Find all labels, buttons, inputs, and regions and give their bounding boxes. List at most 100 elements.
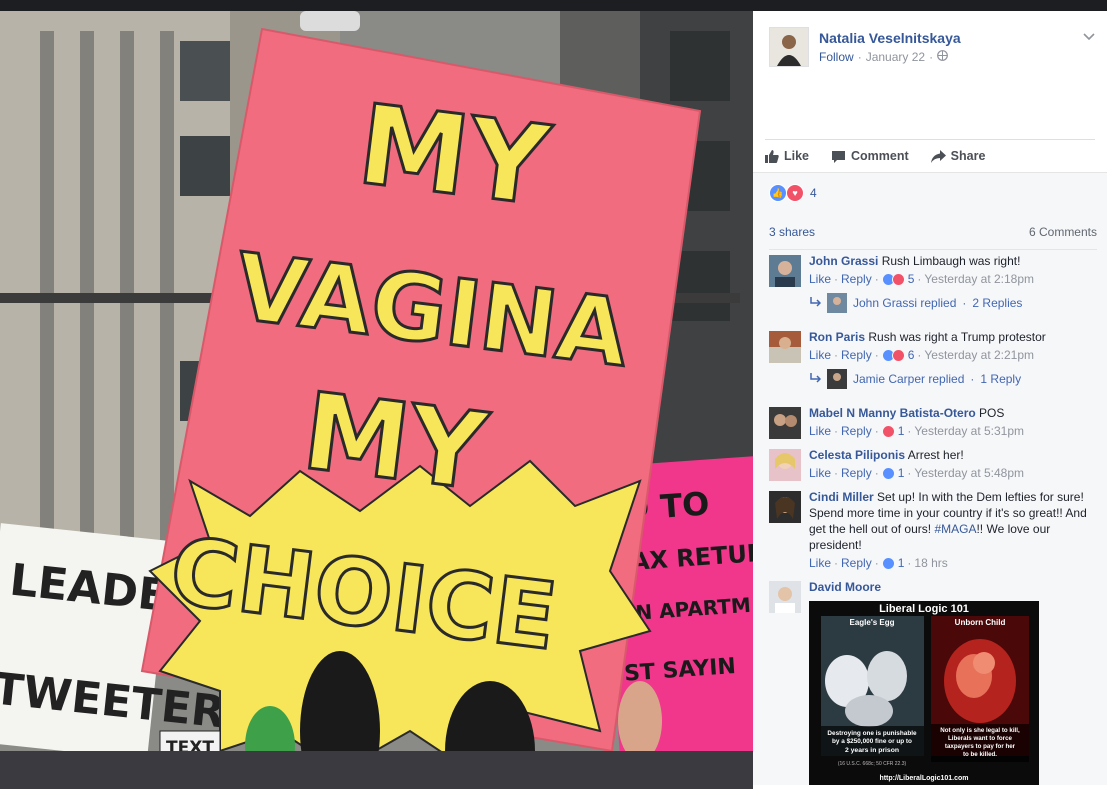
comment-button[interactable]: Comment bbox=[831, 149, 909, 163]
like-button[interactable]: Like bbox=[765, 149, 809, 163]
commenter-name[interactable]: David Moore bbox=[809, 580, 881, 594]
comment-reaction-count[interactable]: 6 bbox=[908, 347, 915, 363]
comment-text: POS bbox=[979, 406, 1005, 420]
comment-reaction-count[interactable]: 1 bbox=[898, 423, 905, 439]
comment-like-link[interactable]: Like bbox=[809, 347, 831, 363]
globe-icon bbox=[937, 50, 948, 64]
reaction-count[interactable]: 4 bbox=[810, 186, 817, 200]
comment-like-link[interactable]: Like bbox=[809, 423, 831, 439]
commenter-avatar[interactable] bbox=[769, 255, 801, 287]
author-name[interactable]: Natalia Veselnitskaya bbox=[819, 30, 961, 46]
comment-like-link[interactable]: Like bbox=[809, 555, 831, 571]
heart-icon bbox=[881, 424, 895, 438]
right-caption-1: Not only is she legal to kill, bbox=[940, 727, 1020, 734]
like-label: Like bbox=[784, 149, 810, 163]
reply-avatar bbox=[827, 369, 847, 389]
comment-reaction-count[interactable]: 1 bbox=[898, 555, 905, 571]
replies-count[interactable]: 2 Replies bbox=[972, 296, 1022, 310]
comment-reply-link[interactable]: Reply bbox=[841, 555, 872, 571]
post-meta: Follow · January 22 · bbox=[819, 50, 948, 64]
comment-label: Comment bbox=[851, 149, 909, 163]
commenter-avatar[interactable] bbox=[769, 581, 801, 613]
left-caption-3: 2 years in prison bbox=[845, 747, 899, 754]
liberal-logic-url: http://LiberalLogic101.com bbox=[879, 775, 968, 782]
replied-by[interactable]: Jamie Carper replied bbox=[853, 372, 964, 386]
share-button[interactable]: Share bbox=[930, 149, 985, 163]
left-caption-2: by a $250,000 fine or up to bbox=[832, 738, 912, 745]
comment-time[interactable]: Yesterday at 5:31pm bbox=[914, 423, 1024, 439]
thumbs-up-icon bbox=[765, 149, 779, 163]
reply-arrow-icon bbox=[809, 372, 822, 386]
comment-reactions[interactable] bbox=[881, 556, 895, 570]
right-caption-2: Liberals want to force bbox=[948, 735, 1013, 742]
unborn-child-label: Unborn Child bbox=[955, 618, 1006, 627]
hashtag-link[interactable]: #MAGA bbox=[934, 522, 976, 536]
commenter-avatar[interactable] bbox=[769, 449, 801, 481]
left-caption-1: Destroying one is punishable bbox=[827, 730, 917, 737]
comment-time[interactable]: 18 hrs bbox=[914, 555, 947, 571]
like-reaction-icon bbox=[881, 466, 895, 480]
like-reaction-icon bbox=[881, 556, 895, 570]
feedback-area: 👍 ♥ 4 3 shares 6 Comments John Grassi Ru… bbox=[753, 172, 1107, 785]
reply-summary[interactable]: John Grassi replied · 2 Replies bbox=[809, 293, 1022, 313]
reply-summary[interactable]: Jamie Carper replied · 1 Reply bbox=[809, 369, 1021, 389]
comment-reactions[interactable] bbox=[881, 466, 895, 480]
right-caption-4: to be killed. bbox=[963, 751, 997, 758]
commenter-name[interactable]: Mabel N Manny Batista-Otero bbox=[809, 406, 976, 420]
comment-reaction-count[interactable]: 5 bbox=[908, 271, 915, 287]
reactions-summary[interactable]: 👍 ♥ 4 bbox=[769, 184, 817, 202]
meta-separator-2: · bbox=[929, 50, 934, 64]
comment-like-link[interactable]: Like bbox=[809, 465, 831, 481]
comment-reply-link[interactable]: Reply bbox=[841, 271, 872, 287]
comment-reply-link[interactable]: Reply bbox=[841, 465, 872, 481]
commenter-avatar[interactable] bbox=[769, 407, 801, 439]
liberal-logic-title: Liberal Logic 101 bbox=[879, 603, 969, 615]
post-actions: Like Comment Share bbox=[765, 139, 1095, 172]
comment-time[interactable]: Yesterday at 5:48pm bbox=[914, 465, 1024, 481]
sign-main-line3: MY bbox=[297, 370, 494, 514]
comment-reaction-count[interactable]: 1 bbox=[898, 465, 905, 481]
replied-by[interactable]: John Grassi replied bbox=[853, 296, 956, 310]
heart-icon bbox=[891, 348, 905, 362]
commenter-avatar[interactable] bbox=[769, 331, 801, 363]
comment-like-link[interactable]: Like bbox=[809, 271, 831, 287]
comment-time[interactable]: Yesterday at 2:18pm bbox=[924, 271, 1034, 287]
comment-reactions[interactable] bbox=[881, 348, 905, 362]
reply-avatar bbox=[827, 293, 847, 313]
commenter-name[interactable]: Cindi Miller bbox=[809, 490, 874, 504]
heart-icon bbox=[891, 272, 905, 286]
post-photo[interactable]: LEADER TWEETER D TO TAX RETUR AN APARTM … bbox=[0, 11, 753, 789]
comment-time[interactable]: Yesterday at 2:21pm bbox=[924, 347, 1034, 363]
top-bar bbox=[0, 0, 1107, 11]
post-date[interactable]: January 22 bbox=[866, 50, 925, 64]
comments-count[interactable]: 6 Comments bbox=[1029, 225, 1097, 239]
comment-icon bbox=[831, 150, 846, 163]
commenter-name[interactable]: Celesta Piliponis bbox=[809, 448, 905, 462]
heart-icon: ♥ bbox=[786, 184, 804, 202]
shares-comments-row: 3 shares 6 Comments bbox=[769, 221, 1097, 250]
chevron-down-icon[interactable] bbox=[1083, 29, 1095, 44]
comment-reactions[interactable] bbox=[881, 424, 895, 438]
comment-reactions[interactable] bbox=[881, 272, 905, 286]
right-caption-3: taxpayers to pay for her bbox=[945, 743, 1016, 750]
comment-image[interactable]: Liberal Logic 101 Eagle's Egg Destroying… bbox=[809, 601, 1039, 785]
commenter-name[interactable]: John Grassi bbox=[809, 254, 878, 268]
eagle-egg-label: Eagle's Egg bbox=[849, 618, 894, 627]
comment-text: Rush was right a Trump protestor bbox=[868, 330, 1046, 344]
comment-text: Rush Limbaugh was right! bbox=[881, 254, 1021, 268]
commenter-avatar[interactable] bbox=[769, 491, 801, 523]
meta-separator: · bbox=[857, 50, 862, 64]
comment-text: Arrest her! bbox=[907, 448, 964, 462]
comment-reply-link[interactable]: Reply bbox=[841, 347, 872, 363]
sign-main-line1: MY bbox=[352, 80, 557, 230]
commenter-name[interactable]: Ron Paris bbox=[809, 330, 865, 344]
reply-arrow-icon bbox=[809, 296, 822, 310]
replies-count[interactable]: 1 Reply bbox=[980, 372, 1021, 386]
post-side-panel: Natalia Veselnitskaya Follow · January 2… bbox=[753, 11, 1107, 789]
shares-link[interactable]: 3 shares bbox=[769, 225, 815, 239]
share-icon bbox=[930, 149, 946, 163]
author-avatar[interactable] bbox=[769, 27, 809, 67]
like-reaction-icon: 👍 bbox=[769, 184, 787, 202]
follow-link[interactable]: Follow bbox=[819, 50, 854, 64]
comment-reply-link[interactable]: Reply bbox=[841, 423, 872, 439]
